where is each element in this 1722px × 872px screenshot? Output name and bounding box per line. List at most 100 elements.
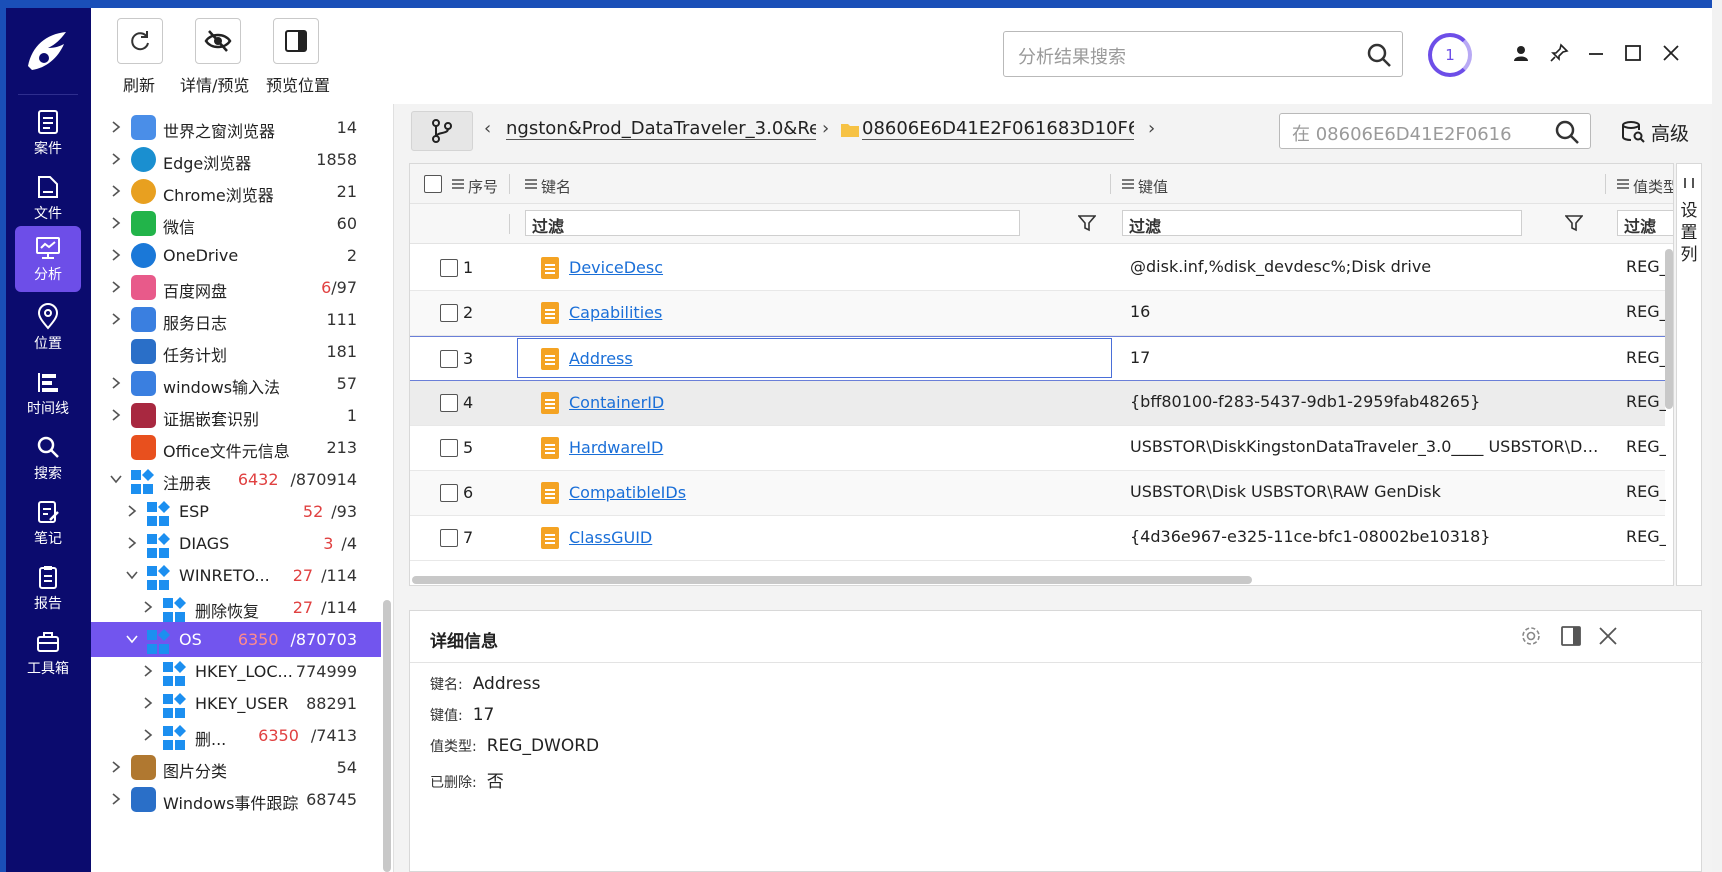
table-row[interactable]: 2 Capabilities 16 REG_ <box>410 291 1666 336</box>
tree-item[interactable]: HKEY_USER 88291 <box>91 686 381 721</box>
refresh-button[interactable] <box>117 18 163 64</box>
database-search-icon[interactable] <box>1621 120 1645 144</box>
nav-item-report[interactable]: 报告 <box>15 555 81 621</box>
chevron-down-icon[interactable] <box>125 632 139 646</box>
chevron-right-icon[interactable] <box>141 696 155 710</box>
column-resize-handle[interactable] <box>509 174 510 194</box>
analysis-search-box[interactable]: 分析结果搜索 <box>1003 31 1403 77</box>
table-row[interactable]: 5 HardwareID USBSTOR\DiskKingstonDataTrave… <box>410 426 1666 471</box>
gear-icon[interactable] <box>1520 625 1542 647</box>
tree-item[interactable]: OS 6350/870703 <box>91 622 381 657</box>
tree-item[interactable]: 删... 6350/7413 <box>91 718 381 753</box>
chevron-right-icon[interactable] <box>125 504 139 518</box>
key-name-link[interactable]: Capabilities <box>569 303 662 322</box>
breadcrumb-next-icon[interactable]: › <box>1148 118 1155 139</box>
table-row[interactable]: 4 ContainerID {bff80100-f283-5437-9db1-295… <box>410 381 1666 426</box>
tree-scrollbar[interactable] <box>383 600 391 872</box>
chevron-right-icon[interactable] <box>125 536 139 550</box>
chevron-right-icon[interactable] <box>141 600 155 614</box>
nav-item-toolbox[interactable]: 工具箱 <box>15 620 81 686</box>
tree-item[interactable]: Office文件元信息 213 <box>91 430 381 465</box>
row-checkbox[interactable] <box>440 439 458 457</box>
chevron-right-icon[interactable] <box>141 664 155 678</box>
chevron-down-icon[interactable] <box>109 472 123 486</box>
chevron-down-icon[interactable] <box>125 568 139 582</box>
tree-item[interactable]: DIAGS 3/4 <box>91 526 381 561</box>
key-value-filter-input[interactable]: 过滤 <box>1122 210 1522 236</box>
column-header-key-name[interactable]: 键名 <box>525 176 571 197</box>
tree-item[interactable]: 世界之窗浏览器 14 <box>91 110 381 145</box>
breadcrumb-current[interactable]: 08606E6D41E2F061683D10F6&0 <box>862 118 1134 140</box>
chevron-right-icon[interactable] <box>109 760 123 774</box>
row-checkbox[interactable] <box>440 259 458 277</box>
select-all-checkbox[interactable] <box>424 175 442 193</box>
column-settings-button[interactable]: 设置列 <box>1676 163 1702 586</box>
chevron-right-icon[interactable] <box>109 792 123 806</box>
column-header-index[interactable]: 序号 <box>452 176 498 197</box>
close-icon[interactable] <box>1597 625 1619 647</box>
row-checkbox[interactable] <box>440 484 458 502</box>
column-resize-handle[interactable] <box>1605 174 1606 194</box>
chevron-right-icon[interactable] <box>109 408 123 422</box>
key-name-filter-input[interactable]: 过滤 <box>525 210 1020 236</box>
row-checkbox[interactable] <box>440 394 458 412</box>
key-name-link[interactable]: HardwareID <box>569 438 663 457</box>
nav-item-files[interactable]: 文件 <box>15 165 81 231</box>
filter-funnel-icon[interactable] <box>1565 214 1583 232</box>
close-button[interactable] <box>1658 40 1684 66</box>
nav-item-analysis[interactable]: 分析 <box>15 226 81 292</box>
chevron-right-icon[interactable] <box>109 216 123 230</box>
search-icon[interactable] <box>1554 119 1580 145</box>
horizontal-scrollbar[interactable] <box>412 576 1252 584</box>
tree-item[interactable]: WINRETO... 27/114 <box>91 558 381 593</box>
table-row[interactable]: 6 CompatibleIDs USBSTOR\Disk USBSTOR\RAW G… <box>410 471 1666 516</box>
chevron-right-icon[interactable] <box>109 152 123 166</box>
tree-item[interactable]: 任务计划 181 <box>91 334 381 369</box>
pin-button[interactable] <box>1546 40 1572 66</box>
task-progress-badge[interactable]: 1 <box>1428 33 1472 77</box>
tree-item[interactable]: 注册表 6432/870914 <box>91 462 381 497</box>
column-header-value-type[interactable]: 值类型 <box>1617 176 1673 197</box>
chevron-right-icon[interactable] <box>109 120 123 134</box>
chevron-right-icon[interactable] <box>109 312 123 326</box>
vertical-scrollbar[interactable] <box>1665 249 1673 409</box>
search-icon[interactable] <box>1366 42 1392 68</box>
key-name-link[interactable]: ClassGUID <box>569 528 652 547</box>
row-checkbox[interactable] <box>440 304 458 322</box>
tree-item[interactable]: 服务日志 111 <box>91 302 381 337</box>
breadcrumb-segment[interactable]: ngston&Prod_DataTraveler_3.0&Rev_ <box>506 118 816 140</box>
nav-item-notes[interactable]: 笔记 <box>15 490 81 556</box>
user-button[interactable] <box>1508 40 1534 66</box>
value-type-filter-input[interactable]: 过滤 <box>1617 210 1673 236</box>
row-checkbox[interactable] <box>440 529 458 547</box>
tree-item[interactable]: Windows事件跟踪 68745 <box>91 782 381 817</box>
key-name-link[interactable]: CompatibleIDs <box>569 483 686 502</box>
tree-item[interactable]: 证据嵌套识别 1 <box>91 398 381 433</box>
minimize-button[interactable] <box>1583 40 1609 66</box>
table-row[interactable]: 3 Address 17 REG_ <box>410 336 1666 381</box>
tree-item[interactable]: ESP 52/93 <box>91 494 381 529</box>
branch-view-button[interactable] <box>411 111 473 151</box>
column-header-key-value[interactable]: 键值 <box>1122 176 1168 197</box>
tree-item[interactable]: windows输入法 57 <box>91 366 381 401</box>
preview-position-button[interactable] <box>273 18 319 64</box>
nav-item-location[interactable]: 位置 <box>15 295 81 361</box>
tree-item[interactable]: 删除恢复 27/114 <box>91 590 381 625</box>
column-resize-handle[interactable] <box>1110 174 1111 194</box>
advanced-search-button[interactable]: 高级 <box>1651 119 1689 146</box>
chevron-right-icon[interactable] <box>109 280 123 294</box>
tree-item[interactable]: 微信 60 <box>91 206 381 241</box>
breadcrumb-back-icon[interactable]: ‹ <box>484 118 491 139</box>
tree-item[interactable]: OneDrive 2 <box>91 238 381 273</box>
nav-item-timeline[interactable]: 时间线 <box>15 360 81 426</box>
key-name-link[interactable]: DeviceDesc <box>569 258 663 277</box>
table-row[interactable]: 7 ClassGUID {4d36e967-e325-11ce-bfc1-08002… <box>410 516 1666 561</box>
filter-funnel-icon[interactable] <box>1078 214 1096 232</box>
nav-item-case[interactable]: 案件 <box>15 100 81 166</box>
chevron-right-icon[interactable] <box>109 184 123 198</box>
chevron-right-icon[interactable] <box>109 248 123 262</box>
tree-item[interactable]: 图片分类 54 <box>91 750 381 785</box>
table-row[interactable]: 1 DeviceDesc @disk.inf,%disk_devdesc%;Disk… <box>410 246 1666 291</box>
path-search-box[interactable]: 在 08606E6D41E2F0616 <box>1279 113 1591 149</box>
maximize-button[interactable] <box>1620 40 1646 66</box>
